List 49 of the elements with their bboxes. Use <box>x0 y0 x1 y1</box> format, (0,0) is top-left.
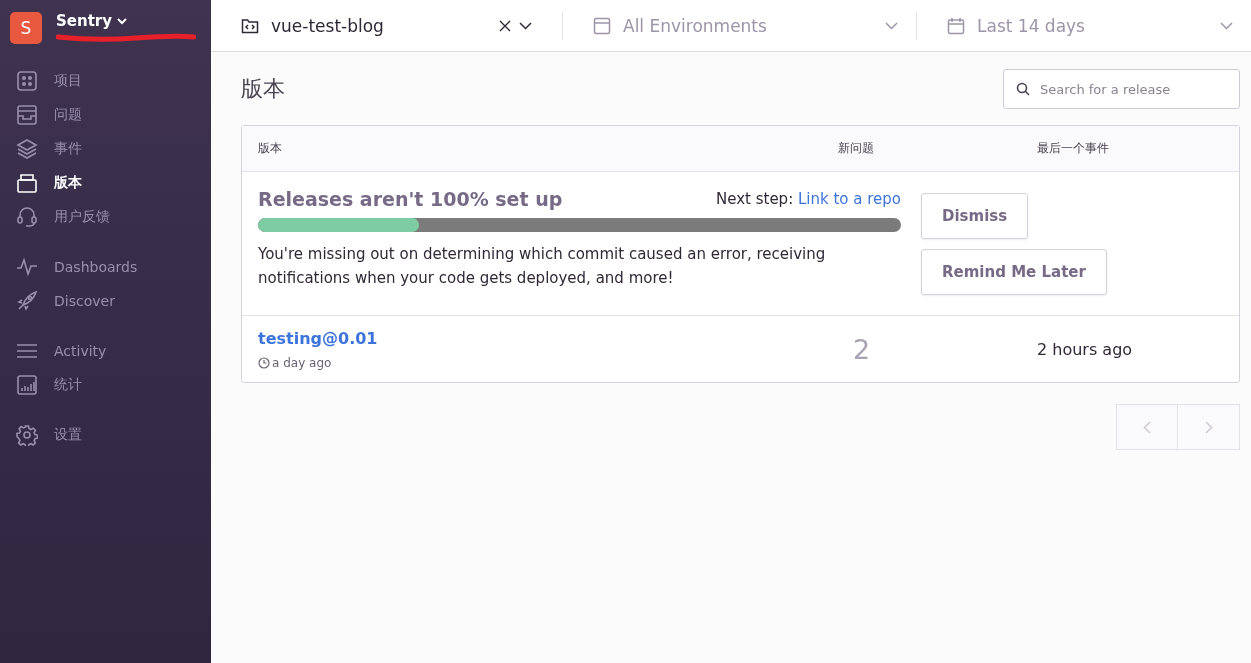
sidebar-item[interactable]: 项目 <box>10 64 201 98</box>
remind-later-button[interactable]: Remind Me Later <box>921 249 1107 295</box>
clock-icon <box>258 356 270 369</box>
calendar-icon <box>947 16 965 35</box>
dismiss-button[interactable]: Dismiss <box>921 193 1029 239</box>
search-field[interactable]: Search for a release <box>1003 69 1240 109</box>
column-header: 新问题 <box>838 140 875 157</box>
window-icon <box>593 16 611 35</box>
chevron-down-icon[interactable] <box>519 21 532 30</box>
close-icon[interactable] <box>499 19 511 32</box>
column-header: 版本 <box>258 140 283 157</box>
release-age: a day ago <box>272 355 332 370</box>
bar-chart-icon <box>16 374 38 396</box>
page-title: 版本 <box>241 75 285 103</box>
chevron-down-icon <box>117 17 127 25</box>
sidebar-item[interactable]: Activity <box>10 334 201 368</box>
box-icon <box>16 172 38 194</box>
org-avatar[interactable]: S <box>10 12 42 44</box>
sidebar-item[interactable]: 设置 <box>10 418 201 452</box>
inbox-icon <box>16 104 38 126</box>
chevron-right-icon <box>1204 420 1213 434</box>
grid-icon <box>16 70 38 92</box>
last-event-time: 2 hours ago <box>1037 339 1134 359</box>
date-range-selector[interactable]: Last 14 days <box>977 15 1085 36</box>
folder-code-icon <box>241 16 259 35</box>
search-icon <box>1016 82 1030 96</box>
sidebar-item[interactable]: 事件 <box>10 132 201 166</box>
org-switcher[interactable]: Sentry <box>56 12 196 30</box>
setup-title: Releases aren't 100% set up <box>258 188 563 210</box>
next-step-text: Next step: Link to a repo <box>715 190 901 208</box>
chevron-left-icon <box>1143 420 1151 434</box>
project-selector[interactable]: vue-test-blog <box>271 15 384 36</box>
rocket-icon <box>16 290 38 312</box>
column-header: 最后一个事件 <box>1037 140 1110 157</box>
layers-icon <box>16 138 38 160</box>
release-link[interactable]: testing@0.01 <box>258 328 378 348</box>
sidebar-item[interactable]: Discover <box>10 284 201 318</box>
headset-icon <box>16 206 38 228</box>
new-issues-count: 2 <box>852 333 872 365</box>
repo-link[interactable]: Link to a repo <box>797 190 901 208</box>
sidebar-item[interactable]: 用户反馈 <box>10 200 201 234</box>
sidebar-item[interactable]: 统计 <box>10 368 201 402</box>
environment-selector[interactable]: All Environments <box>623 15 767 36</box>
settings-icon <box>16 424 38 446</box>
pulse-icon <box>16 256 38 278</box>
sidebar-item[interactable]: 版本 <box>10 166 201 200</box>
sidebar-item[interactable]: Dashboards <box>10 250 201 284</box>
sidebar-item[interactable]: 问题 <box>10 98 201 132</box>
setup-description: You're missing out on determining which commit caused an error, receiving notifications when your code gets deployed, and more! <box>258 244 827 289</box>
